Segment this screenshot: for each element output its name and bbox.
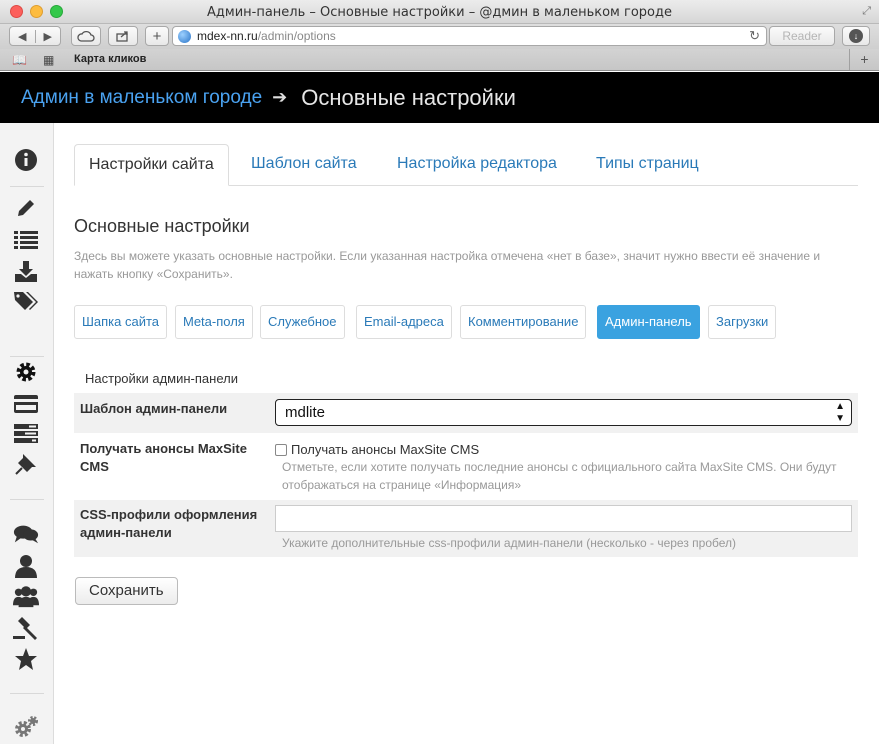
tab-editor-settings[interactable]: Настройка редактора	[383, 144, 571, 186]
settings-tabs: Настройки сайта Шаблон сайта Настройка р…	[74, 144, 858, 186]
template-selected-value: mdlite	[285, 404, 326, 421]
css-profiles-hint: Укажите дополнительные css-профили админ…	[282, 536, 737, 550]
download-arrow-icon: ↓	[849, 29, 863, 43]
address-path: /admin/options	[257, 29, 336, 43]
announce-checkbox-line: Получать анонсы MaxSite CMS	[275, 442, 479, 457]
css-profiles-label: CSS-профили оформления админ-панели	[80, 507, 258, 540]
reading-list-icon[interactable]: 📖	[12, 53, 27, 67]
tags-icon[interactable]	[13, 289, 39, 315]
template-row: Шаблон админ-панели mdlite ▲ ▼	[74, 393, 858, 433]
subtab-admin-panel[interactable]: Админ-панель	[597, 305, 700, 339]
announce-checkbox-label[interactable]: Получать анонсы MaxSite CMS	[291, 442, 479, 457]
icloud-tabs-button[interactable]	[71, 26, 101, 46]
window-titlebar: Админ-панель – Основные настройки – @дми…	[0, 0, 879, 24]
subtab-uploads[interactable]: Загрузки	[708, 305, 777, 339]
save-button[interactable]: Сохранить	[75, 577, 178, 605]
announce-label: Получать анонсы MaxSite CMS	[80, 441, 247, 474]
css-profiles-row: CSS-профили оформления админ-панели Укаж…	[74, 500, 858, 557]
pencil-icon[interactable]	[13, 195, 39, 221]
site-header: Админ в маленьком городе ➔ Основные наст…	[0, 72, 879, 123]
globe-icon	[178, 30, 191, 43]
tab-site-settings[interactable]: Настройки сайта	[74, 144, 229, 186]
window-title: Админ-панель – Основные настройки – @дми…	[207, 5, 672, 20]
add-bookmark-button[interactable]: +	[145, 26, 169, 46]
pin-icon[interactable]	[13, 451, 39, 477]
address-bar[interactable]: mdex-nn.ru/admin/options ↻	[172, 26, 767, 46]
tab-site-template[interactable]: Шаблон сайта	[237, 144, 371, 186]
template-label: Шаблон админ-панели	[80, 401, 228, 416]
admin-sidebar	[0, 123, 54, 744]
subtab-header[interactable]: Шапка сайта	[74, 305, 168, 339]
comments-icon[interactable]	[13, 521, 39, 547]
share-button[interactable]	[108, 26, 138, 46]
settings-group-title: Настройки админ-панели	[85, 371, 238, 386]
user-icon[interactable]	[13, 553, 39, 579]
share-icon	[116, 31, 128, 42]
subtab-comments[interactable]: Комментирование	[460, 305, 587, 339]
back-forward-group: ◀ ▶	[9, 26, 61, 46]
sidebar-divider	[10, 693, 44, 694]
browser-toolbar: ◀ ▶ + mdex-nn.ru/admin/options ↻ Reader …	[0, 24, 879, 49]
users-icon[interactable]	[13, 583, 39, 609]
arrow-right-icon: ➔	[272, 87, 288, 107]
new-tab-icon[interactable]: +	[849, 49, 879, 70]
tab-page-types[interactable]: Типы страниц	[582, 144, 713, 186]
reload-icon[interactable]: ↻	[749, 27, 760, 45]
fullscreen-icon[interactable]: ⤢	[862, 5, 871, 18]
forward-icon[interactable]: ▶	[36, 30, 61, 43]
info-icon[interactable]	[13, 147, 39, 173]
reader-button[interactable]: Reader	[769, 26, 835, 46]
css-profiles-input[interactable]	[275, 505, 852, 532]
subtab-service[interactable]: Служебное	[260, 305, 345, 339]
bookmark-link[interactable]: Карта кликов	[74, 53, 146, 65]
cogs-icon[interactable]	[13, 715, 39, 741]
announce-hint: Отметьте, если хотите получать последние…	[282, 460, 837, 492]
cloud-icon	[77, 30, 95, 42]
subtab-meta[interactable]: Meta-поля	[175, 305, 253, 339]
address-domain: mdex-nn.ru	[197, 29, 258, 43]
announce-checkbox[interactable]	[275, 443, 287, 456]
section-title: Основные настройки	[74, 216, 250, 236]
bookmarks-bar: 📖 ▦ Карта кликов +	[0, 49, 879, 71]
section-description: Здесь вы можете указать основные настрой…	[74, 249, 821, 281]
gear-icon[interactable]	[13, 359, 39, 385]
sidebar-divider	[10, 356, 44, 357]
select-arrows-icon: ▲ ▼	[835, 401, 845, 424]
site-home-link[interactable]: Админ в маленьком городе	[21, 87, 262, 109]
star-icon[interactable]	[13, 646, 39, 672]
credit-card-icon[interactable]	[13, 391, 39, 417]
list-icon[interactable]	[13, 227, 39, 253]
subtab-email[interactable]: Email-адреса	[356, 305, 452, 339]
announce-row: Получать анонсы MaxSite CMS Получать ано…	[74, 434, 858, 496]
back-icon[interactable]: ◀	[10, 29, 36, 43]
sidebar-divider	[10, 499, 44, 500]
downloads-button[interactable]: ↓	[842, 26, 870, 46]
tasks-icon[interactable]	[13, 421, 39, 447]
top-sites-icon[interactable]: ▦	[43, 53, 54, 67]
page-title: Основные настройки	[301, 84, 516, 110]
sidebar-divider	[10, 186, 44, 187]
download-icon[interactable]	[13, 259, 39, 285]
gavel-icon[interactable]	[13, 615, 39, 641]
template-select[interactable]: mdlite ▲ ▼	[275, 399, 852, 426]
main-content: Настройки сайта Шаблон сайта Настройка р…	[54, 123, 879, 744]
